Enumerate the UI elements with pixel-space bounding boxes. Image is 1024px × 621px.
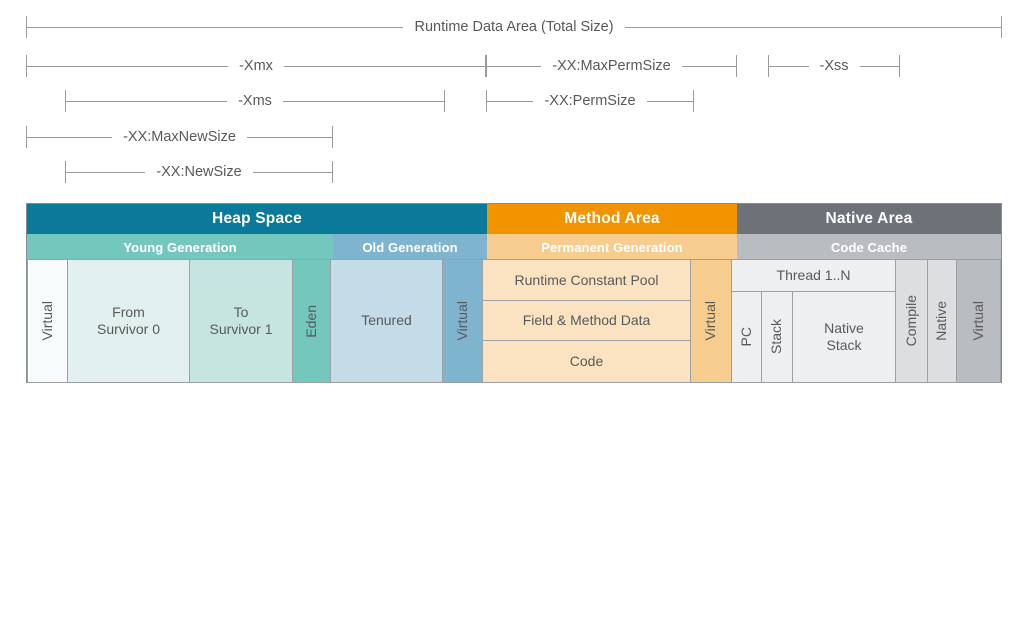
dimension-rule-left xyxy=(487,100,534,102)
dimension-rule-right xyxy=(859,65,899,67)
permanent-generation-contents: Runtime Constant Pool Field & Method Dat… xyxy=(482,259,691,384)
dimension-rule-right xyxy=(283,65,485,67)
cell-eden: Eden xyxy=(292,259,331,383)
cell-native-label: Native xyxy=(933,301,950,341)
code-cache: Code Cache xyxy=(737,234,1001,260)
cell-native: Native xyxy=(927,259,957,383)
dimension-label: -Xmx xyxy=(239,57,273,74)
cell-runtime-constant-pool-label: Runtime Constant Pool xyxy=(514,271,659,288)
dimension-rule-right xyxy=(646,100,693,102)
cell-code: Code xyxy=(482,340,691,384)
dimension-rule-left xyxy=(66,171,146,173)
cell-tenured-label: Tenured xyxy=(361,312,412,329)
area-title-method: Method Area xyxy=(487,204,737,234)
dimension-newsize: -XX:NewSize xyxy=(65,159,334,185)
cell-runtime-constant-pool: Runtime Constant Pool xyxy=(482,259,691,302)
dimension-rule-right xyxy=(282,100,444,102)
dimension-xss: -Xss xyxy=(768,53,900,79)
dimension-cap-right xyxy=(332,161,334,183)
dimension-label: -Xss xyxy=(819,57,849,74)
dimension-rule-left xyxy=(27,65,229,67)
cell-heap-virtual-left: Virtual xyxy=(27,259,68,383)
code-cache-label: Code Cache xyxy=(830,239,908,255)
dimension-maxnewsize: -XX:MaxNewSize xyxy=(26,124,333,150)
generation-old-label: Old Generation xyxy=(362,239,458,255)
thread-group: Thread 1..N PC Stack Native Stack xyxy=(731,259,896,383)
dimension-rule-left xyxy=(27,136,113,138)
dimension-rule-right xyxy=(246,136,332,138)
dimension-label: -XX:PermSize xyxy=(544,92,636,109)
dimension-rule-left xyxy=(769,65,809,67)
thread-subcells: PC Stack Native Stack xyxy=(731,291,896,383)
dimension-maxpermsize: -XX:MaxPermSize xyxy=(486,53,738,79)
dimension-label: Runtime Data Area (Total Size) xyxy=(414,18,614,35)
generation-young: Young Generation xyxy=(27,234,333,260)
dimension-label: -XX:NewSize xyxy=(156,163,242,180)
generation-permanent-label: Permanent Generation xyxy=(541,239,683,255)
dimension-rule-right xyxy=(252,171,333,173)
cell-field-method-data-label: Field & Method Data xyxy=(522,312,651,329)
cell-stack: Stack xyxy=(761,291,793,383)
cell-to-survivor-1-label: To Survivor 1 xyxy=(209,303,273,338)
generation-young-label: Young Generation xyxy=(123,239,237,255)
dimension-rule-left xyxy=(487,65,542,67)
dimension-cap-right xyxy=(899,55,900,77)
cell-pc: PC xyxy=(731,291,762,383)
dimension-cap-right xyxy=(736,55,738,77)
cell-method-virtual-label: Virtual xyxy=(702,301,719,341)
area-title-native-label: Native Area xyxy=(825,210,913,227)
cell-stack-label: Stack xyxy=(768,319,785,355)
dimension-xms: -Xms xyxy=(65,88,445,114)
area-title-heap: Heap Space xyxy=(27,204,487,234)
cell-eden-label: Eden xyxy=(302,304,319,338)
dimension-label: -XX:MaxNewSize xyxy=(123,128,236,145)
cell-native-stack: Native Stack xyxy=(792,291,896,383)
cell-field-method-data: Field & Method Data xyxy=(482,299,691,343)
dimension-label: -Xms xyxy=(238,92,272,109)
dimension-label: -XX:MaxPermSize xyxy=(552,57,671,74)
memory-cells-band: Virtual From Survivor 0 To Survivor 1 Ed… xyxy=(27,259,1001,384)
cell-heap-virtual-right-label: Virtual xyxy=(453,301,470,341)
dimension-cap-right xyxy=(332,126,333,148)
cell-tenured: Tenured xyxy=(330,259,443,383)
dimension-runtime-data-area: Runtime Data Area (Total Size) xyxy=(26,14,1002,40)
cell-compile-label: Compile xyxy=(902,295,919,347)
cell-heap-virtual-left-label: Virtual xyxy=(38,301,55,341)
area-title-method-label: Method Area xyxy=(564,210,660,227)
cell-pc-label: PC xyxy=(737,327,754,347)
generation-old: Old Generation xyxy=(333,234,487,260)
dimension-rule-left xyxy=(66,100,228,102)
dimension-xmx: -Xmx xyxy=(26,53,486,79)
generation-band: Young Generation Old Generation Permanen… xyxy=(27,234,1001,260)
dimension-cap-right xyxy=(693,90,694,112)
cell-thread: Thread 1..N xyxy=(731,259,896,293)
generation-permanent: Permanent Generation xyxy=(487,234,737,260)
dimension-rule-right xyxy=(681,65,737,67)
cell-from-survivor-0: From Survivor 0 xyxy=(67,259,190,383)
cell-method-virtual: Virtual xyxy=(690,259,732,383)
cell-thread-label: Thread 1..N xyxy=(776,267,851,284)
cell-heap-virtual-right: Virtual xyxy=(442,259,483,383)
cell-native-virtual: Virtual xyxy=(956,259,1001,383)
jvm-memory-diagram: Runtime Data Area (Total Size) -Xmx -XX:… xyxy=(0,0,1024,621)
cell-to-survivor-1: To Survivor 1 xyxy=(189,259,293,383)
cell-compile: Compile xyxy=(895,259,928,383)
cell-from-survivor-0-label: From Survivor 0 xyxy=(96,303,161,338)
cell-native-virtual-label: Virtual xyxy=(969,301,986,341)
dimension-permsize: -XX:PermSize xyxy=(486,88,694,114)
dimension-rule-left xyxy=(27,26,404,28)
dimension-cap-right xyxy=(1001,16,1002,38)
area-title-native: Native Area xyxy=(737,204,1001,234)
area-title-band: Heap Space Method Area Native Area xyxy=(27,204,1001,234)
dimension-rule-right xyxy=(624,26,1001,28)
cell-native-stack-label: Native Stack xyxy=(824,319,864,354)
area-title-heap-label: Heap Space xyxy=(212,210,302,227)
dimension-cap-right xyxy=(444,90,445,112)
cell-code-label: Code xyxy=(569,352,604,369)
